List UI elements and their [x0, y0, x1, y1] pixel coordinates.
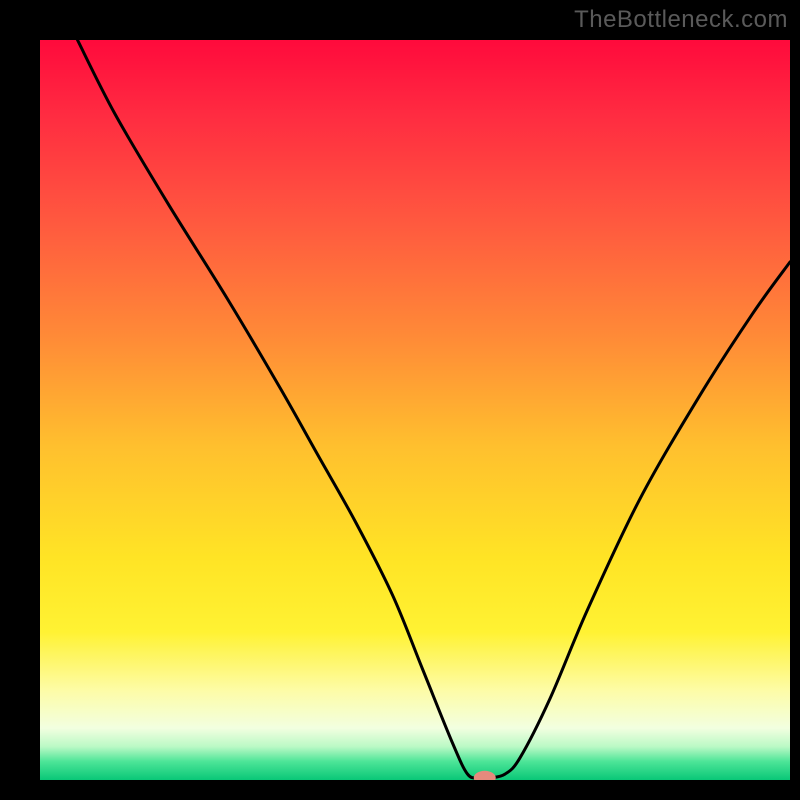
gradient-background: [40, 40, 790, 780]
chart-frame: TheBottleneck.com: [0, 0, 800, 800]
watermark-text: TheBottleneck.com: [574, 6, 788, 34]
bottleneck-chart: [0, 0, 800, 800]
target-marker: [474, 771, 496, 785]
